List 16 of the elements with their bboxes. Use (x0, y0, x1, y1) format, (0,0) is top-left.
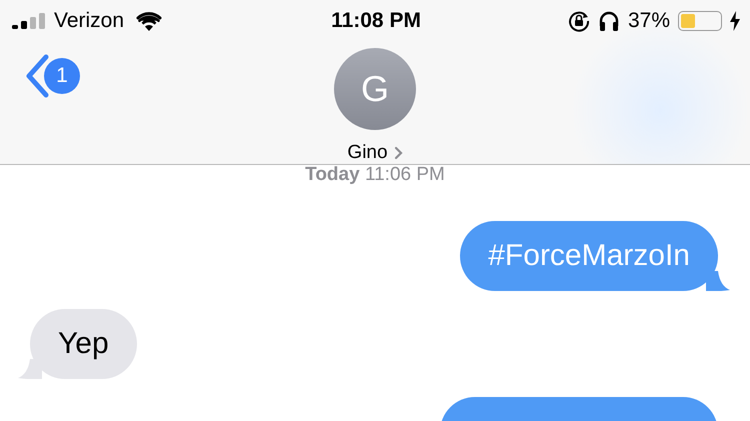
rotation-lock-icon (568, 10, 590, 32)
bubble-tail (706, 271, 730, 291)
back-chevron-icon (24, 54, 50, 98)
signal-icon (12, 13, 48, 29)
carrier-name: Verizon (54, 9, 124, 33)
message-timestamp: Today 11:06 PM (304, 165, 446, 185)
chevron-right-icon (394, 146, 403, 160)
battery-percent: 37% (628, 9, 670, 33)
unread-badge: 1 (44, 58, 80, 94)
clock-time: 11:08 PM (331, 9, 421, 33)
back-button[interactable]: 1 (24, 54, 80, 98)
headphones-icon (598, 10, 620, 32)
bubble-tail (18, 359, 42, 379)
contact-avatar[interactable]: G (334, 48, 416, 130)
wifi-icon (136, 12, 162, 30)
contact-name-button[interactable]: Gino (347, 142, 403, 164)
